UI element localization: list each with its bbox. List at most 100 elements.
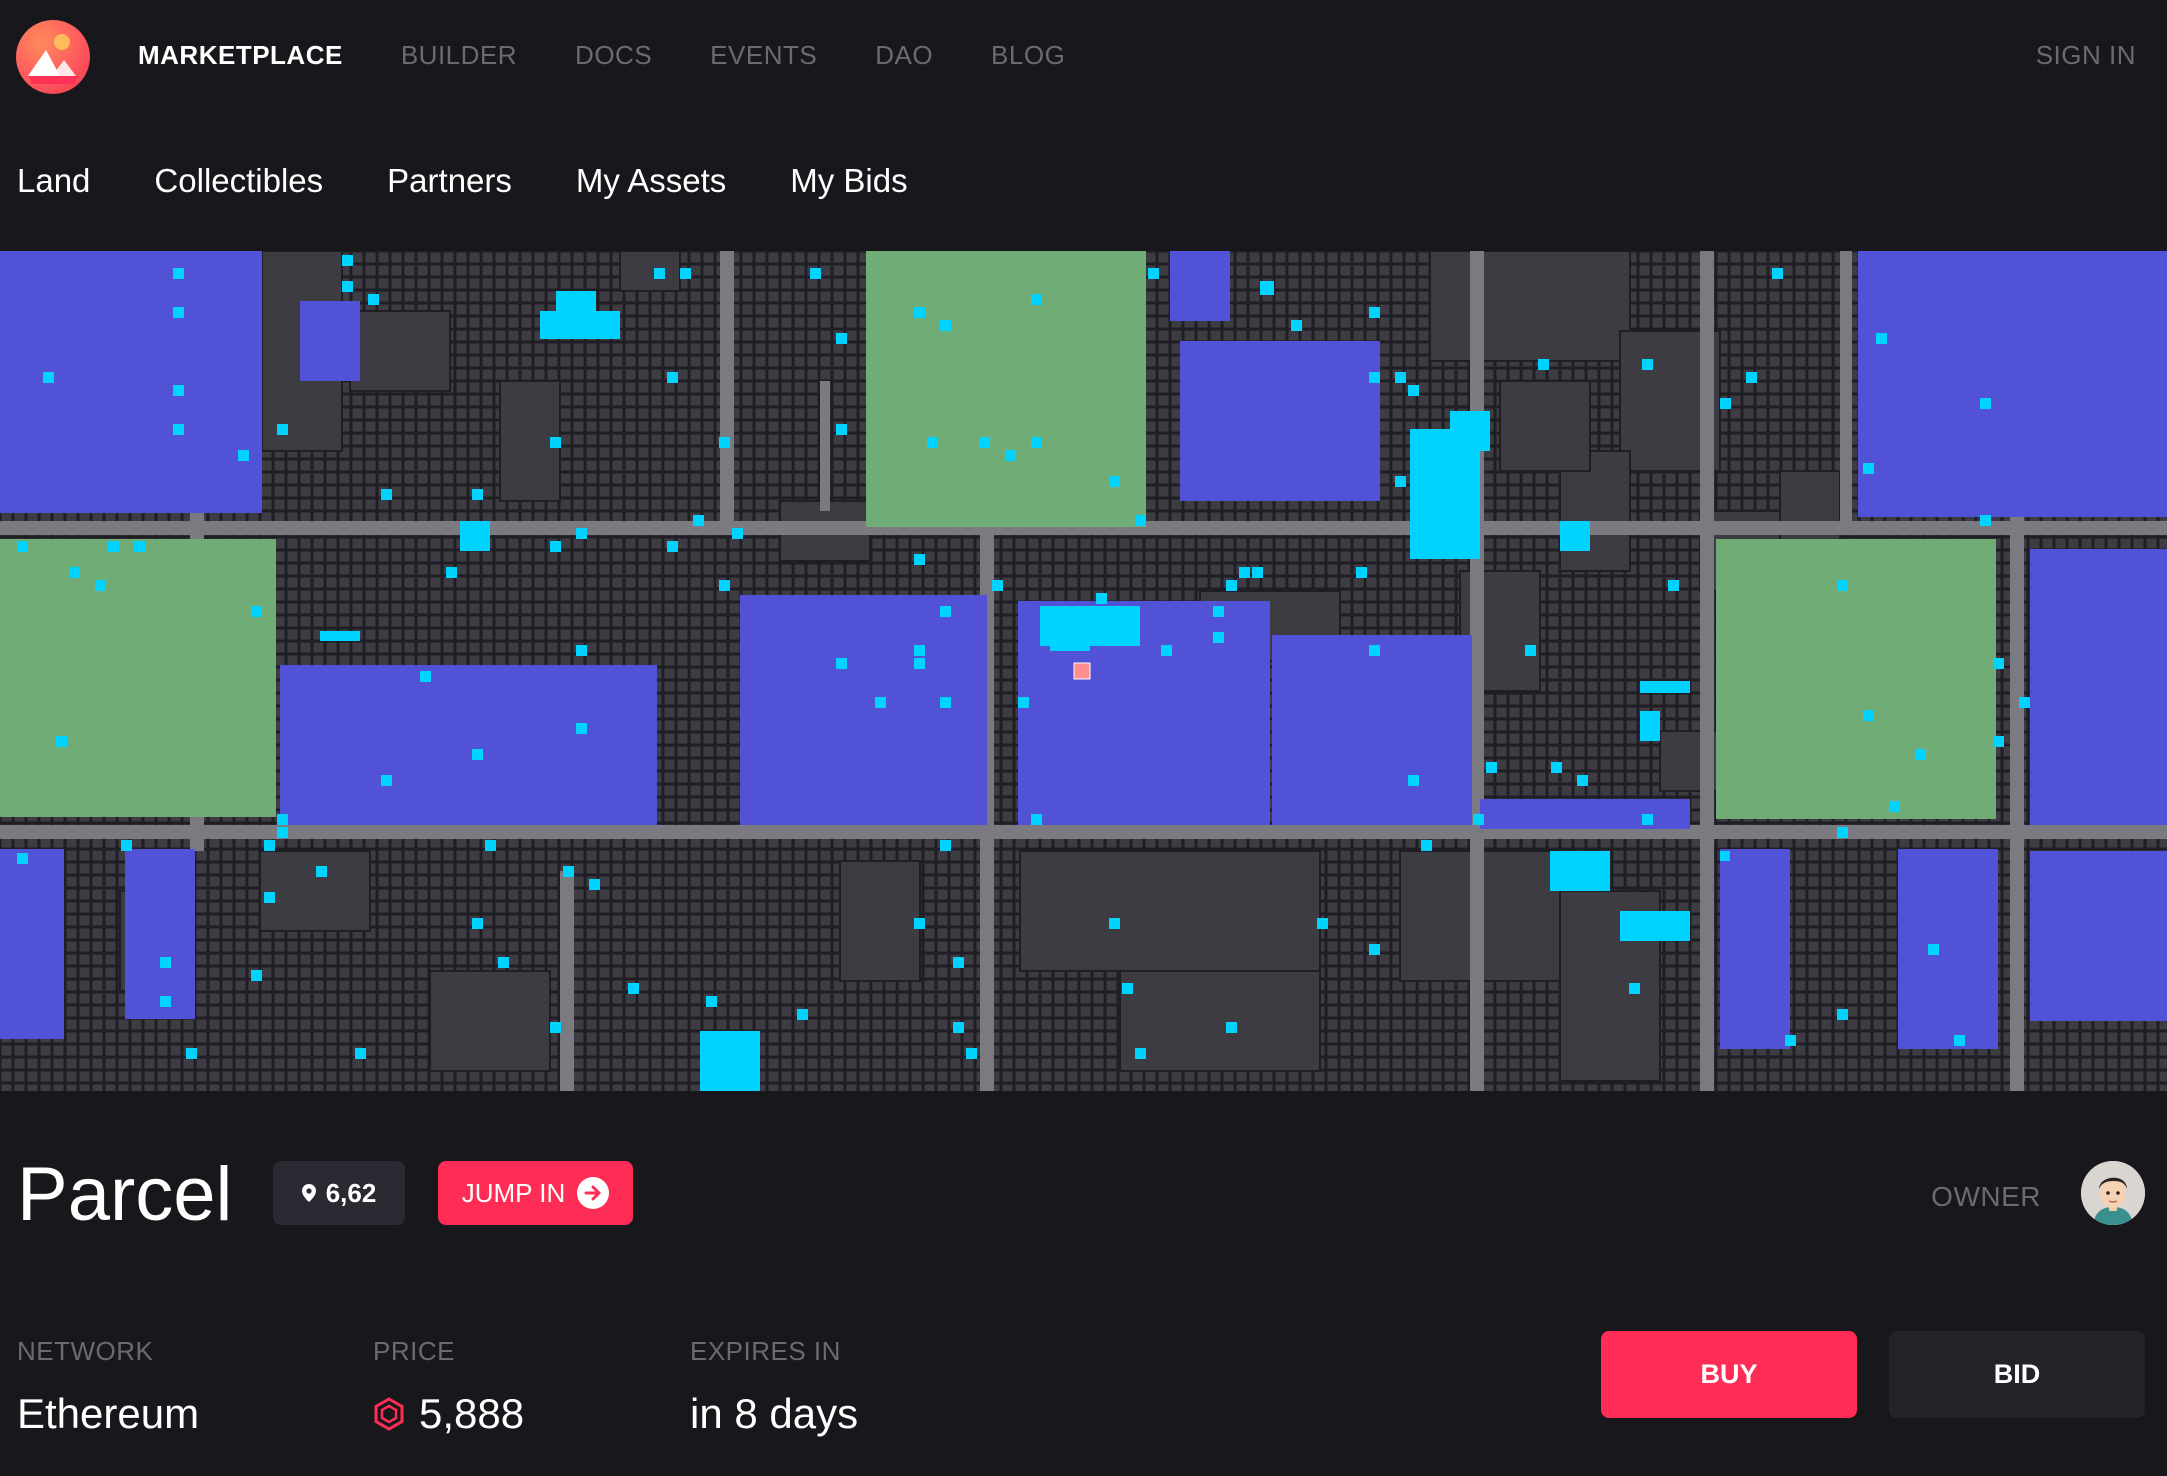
map-owned-parcel[interactable] xyxy=(1005,450,1016,461)
map-road[interactable] xyxy=(1470,251,1484,1091)
coordinates-badge[interactable]: 6,62 xyxy=(273,1161,405,1225)
map-owned-parcel[interactable] xyxy=(1564,879,1575,890)
map-owned-parcel[interactable] xyxy=(556,291,596,311)
map-owned-parcel[interactable] xyxy=(1525,645,1536,656)
map-owned-parcel[interactable] xyxy=(693,515,704,526)
map-plaza[interactable] xyxy=(1716,539,1996,819)
tab-my-bids[interactable]: My Bids xyxy=(790,162,907,200)
map-owned-parcel[interactable] xyxy=(1369,645,1380,656)
map-owned-parcel[interactable] xyxy=(1213,606,1224,617)
owner-avatar[interactable] xyxy=(2081,1161,2145,1225)
map-estate[interactable] xyxy=(1119,970,1321,1072)
map-owned-parcel[interactable] xyxy=(1642,814,1653,825)
map-district[interactable] xyxy=(1180,341,1380,501)
map-owned-parcel[interactable] xyxy=(17,853,28,864)
map-owned-parcel[interactable] xyxy=(914,658,925,669)
map-owned-parcel[interactable] xyxy=(1122,983,1133,994)
map-owned-parcel[interactable] xyxy=(1620,911,1690,941)
nav-item-events[interactable]: EVENTS xyxy=(710,40,817,71)
map-plaza[interactable] xyxy=(866,251,1146,527)
map-owned-parcel[interactable] xyxy=(550,1022,561,1033)
map-road[interactable] xyxy=(1840,251,1852,531)
map-owned-parcel[interactable] xyxy=(1538,359,1549,370)
map-owned-parcel[interactable] xyxy=(1395,372,1406,383)
map-owned-parcel[interactable] xyxy=(17,541,28,552)
map-owned-parcel[interactable] xyxy=(1213,632,1224,643)
map-road[interactable] xyxy=(1700,251,1714,1091)
map-owned-parcel[interactable] xyxy=(1785,1035,1796,1046)
map-district[interactable] xyxy=(2030,851,2167,1021)
map-owned-parcel[interactable] xyxy=(160,957,171,968)
map-plaza[interactable] xyxy=(0,539,276,817)
map-owned-parcel[interactable] xyxy=(1408,385,1419,396)
map-owned-parcel[interactable] xyxy=(550,437,561,448)
map-owned-parcel[interactable] xyxy=(1837,1009,1848,1020)
map-owned-parcel[interactable] xyxy=(1148,268,1159,279)
map-owned-parcel[interactable] xyxy=(797,1009,808,1020)
map-owned-parcel[interactable] xyxy=(1928,944,1939,955)
decentraland-logo[interactable] xyxy=(16,20,90,94)
map-district[interactable] xyxy=(1480,799,1690,829)
map-owned-parcel[interactable] xyxy=(992,580,1003,591)
map-owned-parcel[interactable] xyxy=(719,580,730,591)
buy-button[interactable]: BUY xyxy=(1601,1331,1857,1418)
map-owned-parcel[interactable] xyxy=(836,333,847,344)
map-owned-parcel[interactable] xyxy=(667,541,678,552)
map-owned-parcel[interactable] xyxy=(1050,631,1090,651)
map-owned-parcel[interactable] xyxy=(810,268,821,279)
map-owned-parcel[interactable] xyxy=(914,554,925,565)
map-owned-parcel[interactable] xyxy=(1291,320,1302,331)
map-owned-parcel[interactable] xyxy=(940,840,951,851)
map-owned-parcel[interactable] xyxy=(1135,1048,1146,1059)
map-road[interactable] xyxy=(720,251,734,531)
map-owned-parcel[interactable] xyxy=(1421,840,1432,851)
map-owned-parcel[interactable] xyxy=(1915,749,1926,760)
map-owned-parcel[interactable] xyxy=(1746,372,1757,383)
map-owned-parcel[interactable] xyxy=(1226,1022,1237,1033)
map-owned-parcel[interactable] xyxy=(1720,398,1731,409)
map-owned-parcel[interactable] xyxy=(836,424,847,435)
map-owned-parcel[interactable] xyxy=(1720,851,1730,861)
map-owned-parcel[interactable] xyxy=(1096,593,1107,604)
map-owned-parcel[interactable] xyxy=(550,541,561,552)
land-map[interactable] xyxy=(0,251,2167,1091)
map-road[interactable] xyxy=(560,871,574,1091)
map-estate[interactable] xyxy=(349,310,451,392)
map-owned-parcel[interactable] xyxy=(836,658,847,669)
map-owned-parcel[interactable] xyxy=(460,521,490,551)
map-owned-parcel[interactable] xyxy=(914,307,925,318)
tab-my-assets[interactable]: My Assets xyxy=(576,162,726,200)
map-owned-parcel[interactable] xyxy=(368,294,379,305)
map-owned-parcel[interactable] xyxy=(940,320,951,331)
map-owned-parcel[interactable] xyxy=(472,489,483,500)
map-owned-parcel[interactable] xyxy=(121,840,132,851)
map-estate[interactable] xyxy=(1019,850,1321,972)
map-owned-parcel[interactable] xyxy=(264,892,275,903)
sign-in-link[interactable]: SIGN IN xyxy=(2036,40,2136,71)
land-map-canvas[interactable] xyxy=(0,251,2167,1091)
map-owned-parcel[interactable] xyxy=(1980,398,1991,409)
map-owned-parcel[interactable] xyxy=(1486,762,1497,773)
map-owned-parcel[interactable] xyxy=(940,606,951,617)
map-owned-parcel[interactable] xyxy=(1837,580,1848,591)
map-district[interactable] xyxy=(0,849,64,1039)
map-owned-parcel[interactable] xyxy=(251,606,262,617)
map-owned-parcel[interactable] xyxy=(1317,918,1328,929)
map-owned-parcel[interactable] xyxy=(277,827,288,838)
map-owned-parcel[interactable] xyxy=(732,528,743,539)
map-owned-parcel[interactable] xyxy=(472,749,483,760)
map-owned-parcel[interactable] xyxy=(342,281,353,292)
nav-item-docs[interactable]: DOCS xyxy=(575,40,652,71)
map-district[interactable] xyxy=(740,595,987,825)
map-owned-parcel[interactable] xyxy=(238,450,249,461)
map-owned-parcel[interactable] xyxy=(966,1048,977,1059)
map-owned-parcel[interactable] xyxy=(1550,851,1610,891)
map-owned-parcel[interactable] xyxy=(1993,658,2004,669)
map-owned-parcel[interactable] xyxy=(2019,697,2030,708)
map-owned-parcel[interactable] xyxy=(953,1022,964,1033)
nav-item-dao[interactable]: DAO xyxy=(875,40,933,71)
map-owned-parcel[interactable] xyxy=(95,580,106,591)
map-estate[interactable] xyxy=(619,251,681,292)
map-owned-parcel[interactable] xyxy=(277,424,288,435)
map-owned-parcel[interactable] xyxy=(1369,372,1380,383)
